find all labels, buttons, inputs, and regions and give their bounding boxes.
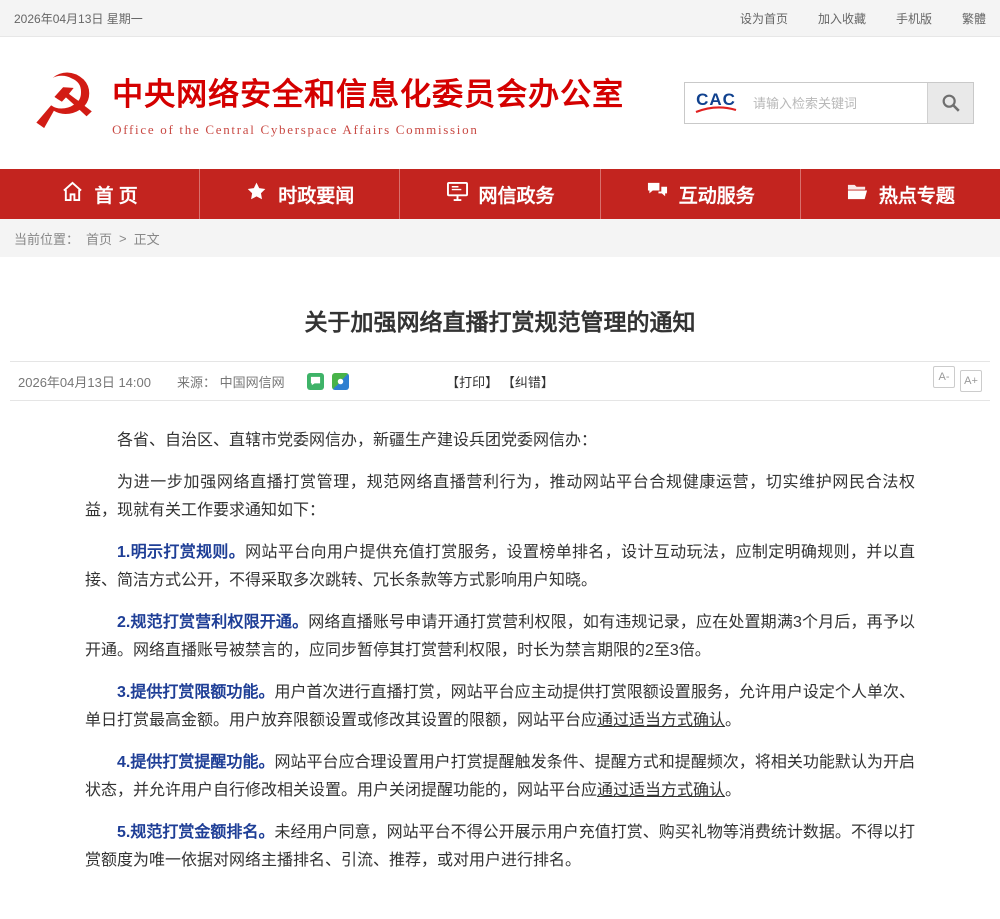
search-box: CAC (684, 82, 974, 124)
current-date: 2026年04月13日 星期一 (14, 10, 143, 27)
article-body: 各省、自治区、直辖市党委网信办，新疆生产建设兵团党委网信办： 为进一步加强网络直… (10, 401, 990, 919)
paragraph-underlined-text: 通过适当方式确认 (597, 782, 725, 799)
traditional-chinese-link[interactable]: 繁體 (962, 10, 986, 27)
site-brand[interactable]: ☭ 中央网络安全和信息化委员会办公室 Office of the Central… (30, 65, 624, 141)
article-title: 关于加强网络直播打赏规范管理的通知 (10, 303, 990, 337)
brand-text: 中央网络安全和信息化委员会办公室 Office of the Central C… (112, 69, 624, 138)
nav-item-services[interactable]: 互动服务 (600, 169, 800, 219)
article-paragraph: 4.提供打赏提醒功能。网站平台应合理设置用户打赏提醒触发条件、提醒方式和提醒频次… (85, 749, 915, 805)
meta-center: 【打印】 【纠错】 (10, 372, 990, 391)
paragraph-text: 各省、自治区、直辖市党委网信办，新疆生产建设兵团党委网信办： (117, 432, 597, 449)
nav-item-home[interactable]: 首 页 (0, 169, 199, 219)
nav-label: 时政要闻 (278, 181, 354, 208)
font-increase-button[interactable]: A+ (960, 370, 982, 392)
paragraph-lead: 4.提供打赏提醒功能。 (117, 754, 274, 771)
nav-label: 首 页 (94, 181, 137, 208)
breadcrumb-separator: > (119, 231, 127, 246)
paragraph-underlined-text: 通过适当方式确认 (597, 712, 725, 729)
article-paragraph: 5.规范打赏金额排名。未经用户同意，网站平台不得公开展示用户充值打赏、购买礼物等… (85, 819, 915, 875)
article-paragraph: 2.规范打赏营利权限开通。网络直播账号申请开通打赏营利权限，如有违规记录，应在处… (85, 609, 915, 665)
breadcrumb-home-link[interactable]: 首页 (86, 229, 112, 248)
home-icon (61, 181, 84, 208)
article-paragraph: 1.明示打赏规则。网站平台向用户提供充值打赏服务，设置榜单排名，设计互动玩法，应… (85, 539, 915, 595)
main-navigation: 首 页 时政要闻 网信政务 互动服务 (0, 169, 1000, 219)
nav-label: 网信政务 (479, 181, 555, 208)
breadcrumb-current: 正文 (134, 229, 160, 248)
chat-bubbles-icon (646, 181, 669, 208)
article-paragraph: 各省、自治区、直辖市党委网信办，新疆生产建设兵团党委网信办： (85, 427, 915, 455)
article-paragraph: 3.提供打赏限额功能。用户首次进行直播打赏，网站平台应主动提供打赏限额设置服务，… (85, 679, 915, 735)
correction-button[interactable]: 【纠错】 (502, 375, 554, 390)
article-meta-bar: 2026年04月13日 14:00 来源： 中国网信网 【打印】 【纠错】 A-… (10, 361, 990, 401)
paragraph-tail: 。 (725, 712, 741, 729)
cac-logo: CAC (685, 93, 747, 114)
article: 关于加强网络直播打赏规范管理的通知 2026年04月13日 14:00 来源： … (0, 303, 1000, 919)
paragraph-lead: 3.提供打赏限额功能。 (117, 684, 274, 701)
folder-icon (846, 181, 869, 208)
breadcrumb-label: 当前位置： (14, 229, 79, 248)
party-emblem-icon: ☭ (30, 65, 98, 141)
print-button[interactable]: 【打印】 (446, 375, 498, 390)
paragraph-lead: 5.规范打赏金额排名。 (117, 824, 274, 841)
meta-right: A- A+ (933, 370, 982, 392)
nav-item-topics[interactable]: 热点专题 (800, 169, 1000, 219)
set-homepage-link[interactable]: 设为首页 (740, 10, 788, 27)
nav-label: 热点专题 (879, 181, 955, 208)
article-paragraph: 为进一步加强网络直播打赏管理，规范网络直播营利行为，推动网站平台合规健康运营，切… (85, 469, 915, 525)
site-header: ☭ 中央网络安全和信息化委员会办公室 Office of the Central… (0, 37, 1000, 169)
paragraph-text: 为进一步加强网络直播打赏管理，规范网络直播营利行为，推动网站平台合规健康运营，切… (85, 474, 915, 519)
nav-item-news[interactable]: 时政要闻 (199, 169, 399, 219)
add-favorite-link[interactable]: 加入收藏 (818, 10, 866, 27)
paragraph-tail: 。 (725, 782, 741, 799)
site-title: 中央网络安全和信息化委员会办公室 (112, 69, 624, 114)
font-decrease-button[interactable]: A- (933, 366, 955, 388)
search-icon (940, 92, 962, 114)
search-input[interactable] (747, 85, 927, 121)
top-bar-links: 设为首页 加入收藏 手机版 繁體 (740, 10, 986, 27)
paragraph-lead: 1.明示打赏规则。 (117, 544, 245, 561)
cac-logo-text: CAC (696, 93, 736, 106)
monitor-icon (446, 181, 469, 208)
paragraph-lead: 2.规范打赏营利权限开通。 (117, 614, 308, 631)
cac-logo-swoosh (694, 106, 738, 114)
search-button[interactable] (927, 83, 973, 123)
site-subtitle: Office of the Central Cyberspace Affairs… (112, 122, 624, 138)
star-icon (245, 181, 268, 208)
breadcrumb: 当前位置： 首页 > 正文 (0, 219, 1000, 257)
nav-item-egov[interactable]: 网信政务 (399, 169, 599, 219)
mobile-version-link[interactable]: 手机版 (896, 10, 932, 27)
nav-label: 互动服务 (679, 181, 755, 208)
top-bar: 2026年04月13日 星期一 设为首页 加入收藏 手机版 繁體 (0, 0, 1000, 37)
